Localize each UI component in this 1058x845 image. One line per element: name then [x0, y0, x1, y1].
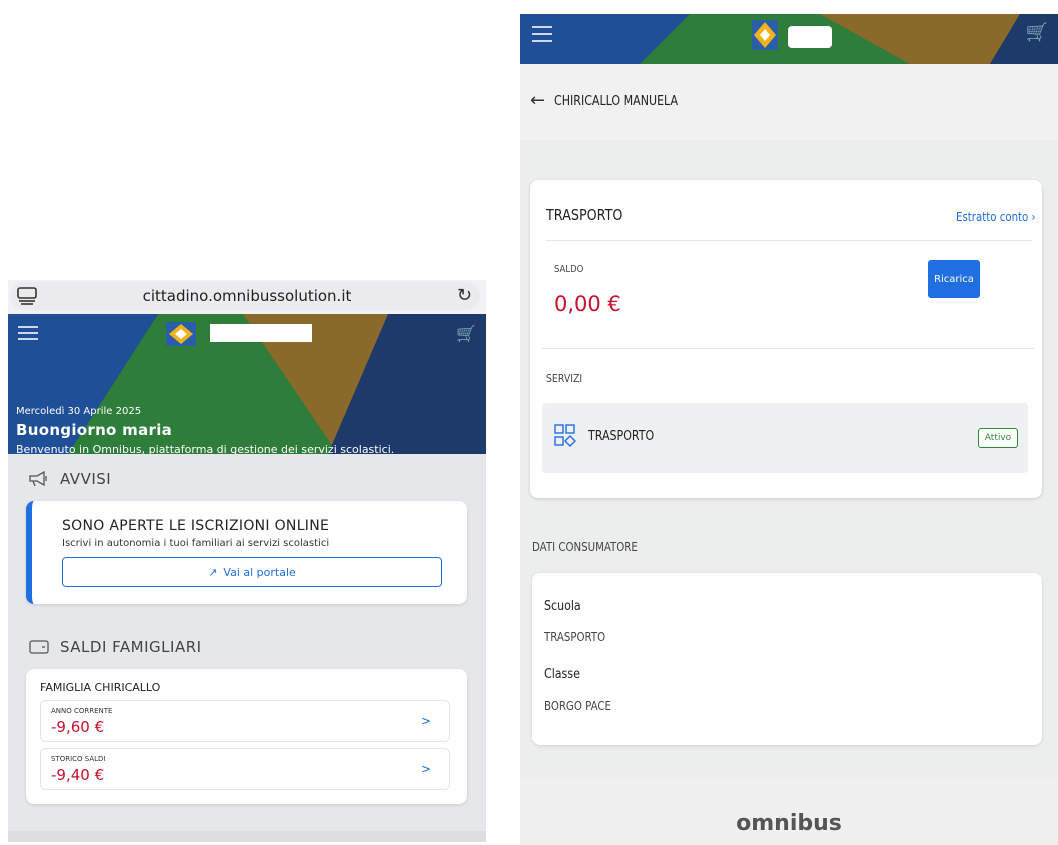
omnibus-logo-icon: [752, 20, 778, 50]
consumer-name: CHIRICALLO MANUELA: [554, 94, 679, 109]
megaphone-icon: [29, 471, 47, 487]
balance-label: ANNO CORRENTE: [51, 707, 113, 715]
saldo-value: 0,00 €: [554, 292, 621, 316]
family-balance-card: FAMIGLIA CHIRICALLO ANNO CORRENTE -9,60 …: [26, 669, 467, 804]
url-text[interactable]: cittadino.omnibussolution.it: [8, 287, 486, 305]
saldi-section-title: SALDI FAMIGLIARI: [28, 638, 202, 656]
balance-value: -9,60 €: [51, 718, 105, 736]
service-title: TRASPORTO: [546, 206, 623, 224]
right-screen: 🛒 ← CHIRICALLO MANUELA TRASPORTO Estratt…: [520, 14, 1058, 845]
avvisi-label: AVVISI: [60, 470, 112, 488]
services-grid-icon: [554, 424, 576, 447]
dati-consumatore-card: Scuola TRASPORTO Classe BORGO PACE: [532, 573, 1042, 745]
notice-text: Iscrivi in autonomia i tuoi familiari ai…: [62, 538, 330, 549]
balance-row-anno-corrente[interactable]: ANNO CORRENTE -9,60 € >: [40, 700, 450, 742]
trasporto-card: TRASPORTO Estratto conto › SALDO 0,00 € …: [530, 180, 1042, 498]
saldi-label: SALDI FAMIGLIARI: [60, 638, 202, 656]
chevron-right-icon[interactable]: >: [421, 714, 431, 728]
brand-name-redacted: [788, 26, 832, 48]
saldo-label: SALDO: [554, 264, 584, 275]
ricarica-button[interactable]: Ricarica: [928, 260, 980, 298]
iscrizioni-notice-card: SONO APERTE LE ISCRIZIONI ONLINE Iscrivi…: [26, 501, 467, 604]
cart-icon[interactable]: 🛒: [456, 324, 476, 343]
vai-al-portale-button[interactable]: ↗ Vai al portale: [62, 557, 442, 587]
wallet-icon: [29, 640, 49, 654]
external-link-icon: ↗: [208, 565, 218, 579]
brand-name-redacted: [210, 324, 312, 342]
current-date: Mercoledì 30 Aprile 2025: [16, 406, 142, 417]
welcome-header: 🛒 Mercoledì 30 Aprile 2025 Buongiorno ma…: [8, 314, 486, 454]
footer: omnibus: [520, 777, 1058, 845]
service-name: TRASPORTO: [588, 429, 655, 444]
balance-row-storico-saldi[interactable]: STORICO SALDI -9,40 € >: [40, 748, 450, 790]
servizi-label: SERVIZI: [546, 372, 583, 385]
divider: [546, 240, 1032, 241]
notice-title: SONO APERTE LE ISCRIZIONI ONLINE: [62, 518, 330, 534]
divider: [542, 348, 1034, 349]
family-name: FAMIGLIA CHIRICALLO: [40, 681, 161, 694]
browser-url-bar[interactable]: cittadino.omnibussolution.it ↻: [8, 280, 486, 314]
vai-al-portale-label: Vai al portale: [223, 565, 296, 579]
left-screen: cittadino.omnibussolution.it ↻ 🛒 Mercole…: [8, 280, 486, 842]
dati-consumatore-title: DATI CONSUMATORE: [532, 540, 638, 554]
app-header: 🛒: [520, 14, 1058, 64]
estratto-conto-link[interactable]: Estratto conto ›: [956, 210, 1036, 224]
reload-icon[interactable]: ↻: [457, 285, 472, 306]
greeting: Buongiorno maria: [16, 421, 173, 439]
omnibus-logo-icon: [166, 322, 196, 346]
classe-label: Classe: [544, 667, 580, 682]
consumer-nav-bar: ← CHIRICALLO MANUELA: [520, 64, 1058, 140]
cart-icon[interactable]: 🛒: [1026, 22, 1048, 43]
back-arrow-icon[interactable]: ←: [530, 90, 545, 111]
avvisi-section-title: AVVISI: [28, 470, 111, 488]
balance-label: STORICO SALDI: [51, 755, 106, 763]
chevron-right-icon[interactable]: >: [421, 762, 431, 776]
welcome-message: Benvenuto in Omnibus, piattaforma di ges…: [16, 443, 395, 454]
hamburger-icon[interactable]: [532, 26, 552, 42]
service-row-trasporto[interactable]: TRASPORTO Attivo: [542, 403, 1028, 473]
scuola-value: TRASPORTO: [544, 630, 606, 644]
hamburger-icon[interactable]: [18, 326, 38, 340]
omnibus-wordmark: omnibus: [736, 811, 842, 836]
scuola-label: Scuola: [544, 599, 581, 614]
status-badge: Attivo: [978, 428, 1018, 448]
balance-value: -9,40 €: [51, 766, 105, 784]
bottom-strip: [8, 831, 486, 842]
classe-value: BORGO PACE: [544, 699, 611, 713]
